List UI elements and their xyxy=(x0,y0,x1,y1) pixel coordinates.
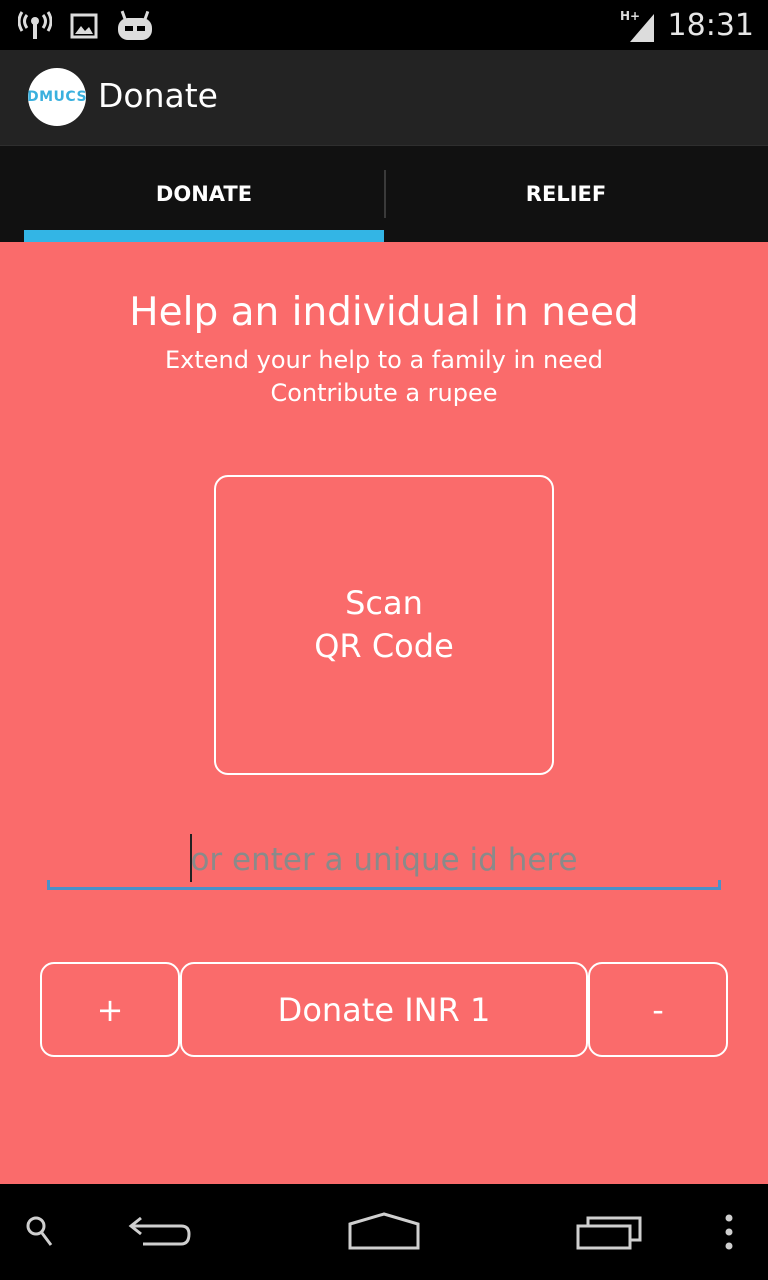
scan-qr-label-line2: QR Code xyxy=(314,627,454,665)
cell-signal-icon: H+ xyxy=(620,8,656,42)
app-logo-text: DMUCS xyxy=(28,89,86,105)
back-icon[interactable] xyxy=(120,1184,200,1280)
status-bar: H+ 18:31 xyxy=(0,0,768,50)
image-icon xyxy=(70,13,98,39)
tab-relief[interactable]: RELIEF xyxy=(386,146,746,242)
home-icon[interactable] xyxy=(340,1184,428,1280)
unique-id-field[interactable] xyxy=(47,834,721,890)
scan-qr-label-line1: Scan xyxy=(345,584,423,622)
status-bar-right-icons: H+ 18:31 xyxy=(620,0,754,50)
donate-button[interactable]: Donate INR 1 xyxy=(180,962,588,1057)
tab-bar: DONATE RELIEF xyxy=(0,146,768,242)
wireless-signal-icon xyxy=(18,11,52,41)
subline-rupee: Contribute a rupee xyxy=(270,379,498,407)
input-underline xyxy=(47,887,721,890)
text-cursor xyxy=(190,834,192,882)
input-underline-left-tick xyxy=(47,880,50,890)
scan-qr-button[interactable]: Scan QR Code xyxy=(214,475,554,775)
status-bar-time: 18:31 xyxy=(667,7,754,43)
subline-family: Extend your help to a family in need xyxy=(165,346,603,374)
unique-id-input[interactable] xyxy=(47,834,721,886)
app-logo[interactable]: DMUCS xyxy=(28,68,86,126)
input-underline-right-tick xyxy=(718,880,721,890)
cyanogenmod-icon xyxy=(116,10,154,42)
recent-apps-icon[interactable] xyxy=(570,1184,650,1280)
decrement-button[interactable]: - xyxy=(588,962,728,1057)
headline: Help an individual in need xyxy=(129,290,639,335)
donate-content: Help an individual in need Extend your h… xyxy=(0,242,768,1184)
increment-button[interactable]: + xyxy=(40,962,180,1057)
overflow-menu-icon[interactable] xyxy=(714,1184,744,1280)
tab-donate[interactable]: DONATE xyxy=(24,146,384,242)
network-type-label: H+ xyxy=(620,9,640,23)
search-icon[interactable] xyxy=(18,1184,62,1280)
navigation-bar xyxy=(0,1184,768,1280)
page-title: Donate xyxy=(98,76,218,115)
status-bar-left-icons xyxy=(18,6,154,46)
action-bar: DMUCS Donate xyxy=(0,50,768,146)
tab-selected-indicator xyxy=(24,230,384,242)
